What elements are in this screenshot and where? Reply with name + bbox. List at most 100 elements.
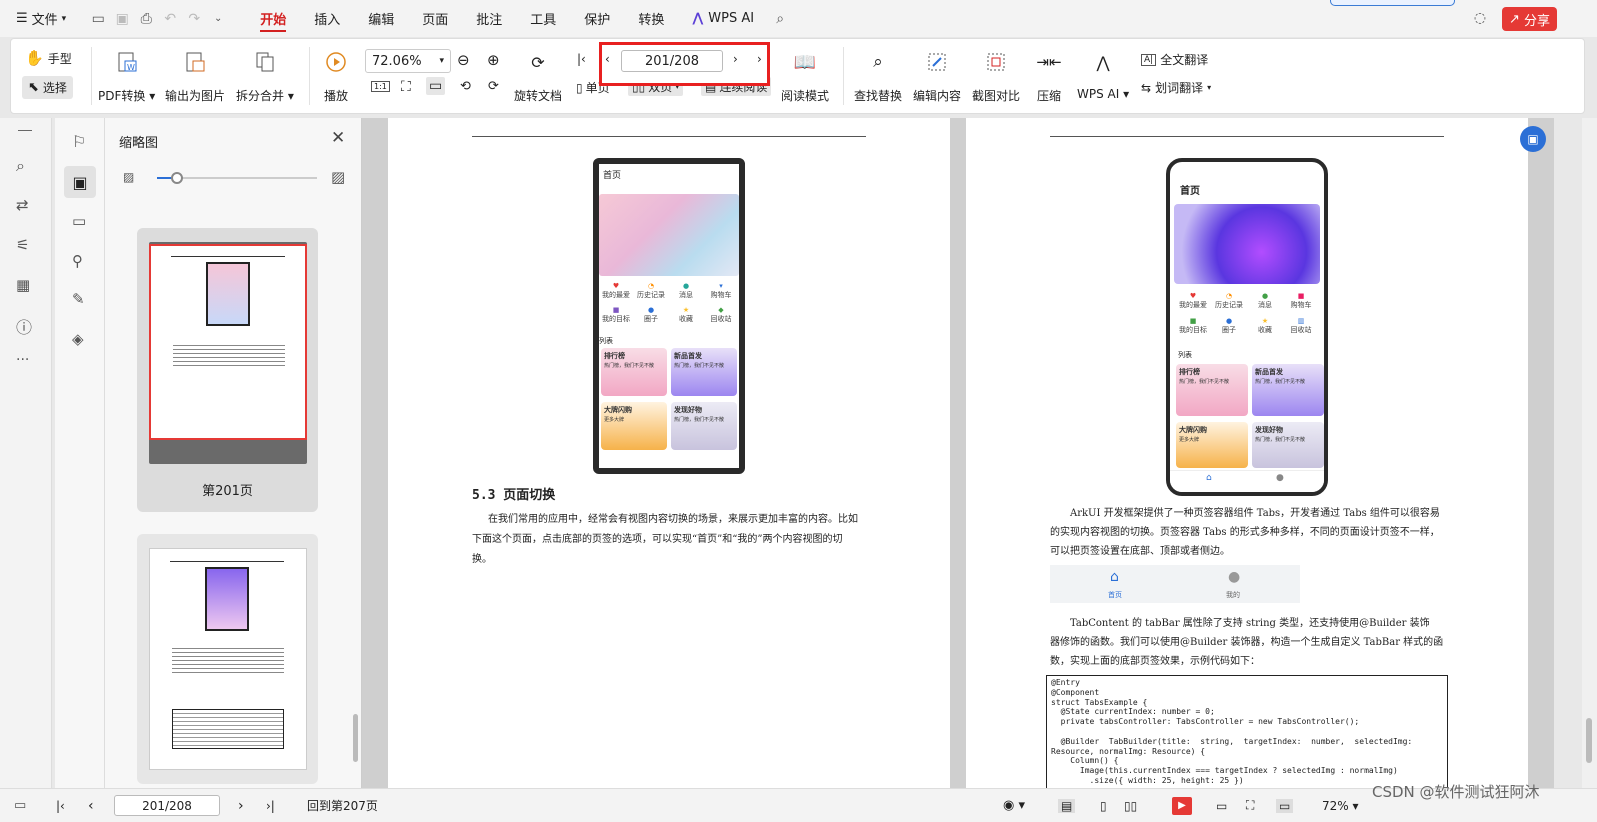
code-line: struct TabsExample { — [1051, 697, 1148, 707]
actual-size-button[interactable]: 1:1 — [371, 81, 390, 92]
tab-tools[interactable]: 工具 — [516, 0, 570, 37]
convert-icon[interactable]: ⇄ — [16, 196, 29, 214]
banner-image — [1174, 204, 1320, 284]
signature-icon[interactable]: ✎ — [72, 290, 85, 308]
more-icon[interactable]: ··· — [16, 352, 29, 368]
collapse-icon[interactable] — [18, 130, 32, 131]
bookmark-icon[interactable]: ⚐ — [72, 132, 86, 151]
top-progress-bar — [1330, 0, 1455, 6]
play-button[interactable]: 播放 — [323, 49, 349, 104]
eye-icon[interactable]: ◉ ▾ — [1003, 798, 1025, 813]
search-icon[interactable]: ⌕ — [768, 7, 792, 31]
fit-width-button[interactable]: ▭ — [426, 77, 446, 95]
thumbnail-size-slider[interactable] — [157, 172, 317, 184]
doc-scrollbar[interactable] — [1582, 118, 1597, 788]
word-translate-button[interactable]: ⇆ 划词翻译 ▾ — [1141, 79, 1211, 96]
tab-wps-ai[interactable]: ⋀ WPS AI — [678, 0, 768, 37]
prev-page-button[interactable]: ‹ — [605, 52, 610, 66]
panel-scrollbar[interactable] — [353, 714, 358, 762]
last-page-icon[interactable]: ›| — [266, 799, 275, 813]
rotate-right-button[interactable]: ⟳ — [488, 79, 499, 94]
layers-icon[interactable]: ◈ — [72, 330, 84, 348]
help-icon[interactable]: ⓘ — [16, 314, 32, 338]
zoom-select[interactable]: 72.06% ▾ — [365, 49, 451, 73]
tab-protect[interactable]: 保护 — [570, 0, 624, 37]
status-bar: ▭ |‹ ‹ 201/208 › ›| 回到第207页 ◉ ▾ ▤ ▯ ▯▯ ▶… — [0, 783, 1597, 822]
undo-icon[interactable]: ↶ — [158, 7, 182, 31]
fit-icon[interactable]: ▭ — [1216, 799, 1227, 813]
attachment-icon[interactable]: ⚲ — [72, 252, 83, 270]
rotate-left-button[interactable]: ⟲ — [460, 79, 471, 94]
full-translate-button[interactable]: A| 全文翻译 — [1141, 51, 1208, 68]
comment-bubble-icon[interactable]: ◌ — [1468, 6, 1492, 30]
hand-tool-button[interactable]: ✋ 手型 — [25, 49, 72, 67]
first-page-icon[interactable]: |‹ — [56, 799, 65, 813]
rotate-doc-button[interactable]: ⟳ 旋转文档 — [514, 49, 562, 104]
last-page-button[interactable]: › — [757, 52, 762, 66]
pdf-page-right: 首页 ♥ 我的最爱 ◔ 历史记录 ● 消息 ■ 购物车 ■ 我的目标 ● 圈子 ★ 收藏 ▥ 回… — [966, 118, 1528, 788]
settings-sliders-icon[interactable]: ⚟ — [16, 236, 29, 254]
single-page-icon[interactable]: ▯ — [1100, 799, 1107, 813]
rotate-left-icon: ⟲ — [460, 79, 471, 94]
thumbnail-page-201[interactable] — [149, 244, 307, 440]
fit-page-button[interactable]: ⛶ — [401, 79, 411, 95]
pdf-to-word-icon: W — [114, 49, 140, 75]
user-icon: ● — [1228, 569, 1241, 585]
play-icon[interactable]: ▶ — [1172, 796, 1192, 815]
search-icon[interactable]: ⌕ — [16, 156, 25, 176]
double-page-icon[interactable]: ▯▯ — [1124, 799, 1137, 813]
open-folder-icon[interactable]: ▭ — [86, 7, 110, 31]
export-image-button[interactable]: 输出为图片 — [165, 49, 225, 104]
tab-edit[interactable]: 编辑 — [354, 0, 408, 37]
slider-handle[interactable] — [171, 172, 183, 184]
zoom-in-button[interactable]: ⊕ — [487, 51, 500, 69]
chevron-left-icon[interactable]: ‹ — [88, 798, 94, 814]
file-menu[interactable]: ☰ 文件 ▾ — [10, 0, 72, 37]
status-page-input[interactable]: 201/208 — [114, 795, 220, 816]
thumbnail-icon[interactable]: ▣ — [64, 166, 96, 198]
thumbnail-card-selected[interactable]: 第201页 — [137, 228, 318, 512]
hand-icon: ✋ — [25, 49, 44, 67]
tab-insert[interactable]: 插入 — [300, 0, 354, 37]
read-mode-button[interactable]: 📖 阅读模式 — [781, 49, 829, 104]
wps-ai-button[interactable]: ⋀ WPS AI ▾ — [1077, 49, 1129, 102]
redo-icon[interactable]: ↷ — [182, 7, 206, 31]
layout-icon[interactable]: ▤ — [1058, 798, 1076, 813]
chevron-right-icon[interactable]: › — [238, 798, 244, 814]
section-heading: 5.3 页面切换 — [472, 488, 556, 503]
panel-toggle-icon[interactable]: ▭ — [14, 798, 26, 813]
edit-content-button[interactable]: 编辑内容 — [913, 49, 961, 104]
phone-title: 首页 — [603, 171, 622, 181]
tab-start[interactable]: 开始 — [246, 0, 300, 37]
comment-icon[interactable]: ▭ — [72, 212, 86, 230]
thumbnail-card[interactable] — [137, 534, 318, 784]
zoom-out-button[interactable]: ⊖ — [457, 51, 470, 69]
map-icon[interactable]: ▦ — [16, 276, 30, 294]
code-line: Resource, normalImg: Resource) { — [1051, 746, 1206, 756]
more-chevron-icon[interactable]: ⌄ — [206, 7, 230, 31]
fit-width-icon[interactable]: ▭ — [1276, 798, 1294, 813]
print-icon[interactable]: ⎙ — [134, 7, 158, 31]
thumbnail-page-202[interactable] — [149, 548, 307, 770]
screenshot-compare-button[interactable]: 截图对比 — [972, 49, 1020, 104]
tab-page[interactable]: 页面 — [408, 0, 462, 37]
compress-button[interactable]: ⇥⇤ 压缩 — [1036, 49, 1062, 104]
page-number-input[interactable]: 201/208 — [621, 50, 723, 72]
close-icon[interactable]: ✕ — [331, 128, 345, 148]
zoom-level[interactable]: 72% ▾ — [1322, 799, 1359, 813]
chevron-right-icon: › — [733, 52, 738, 66]
rotate-right-icon: ⟳ — [488, 79, 499, 94]
pdf-convert-button[interactable]: W PDF转换 ▾ — [98, 49, 155, 104]
split-merge-button[interactable]: 拆分合并 ▾ — [236, 49, 294, 104]
back-to-page-link[interactable]: 回到第207页 — [307, 797, 378, 814]
save-icon[interactable]: ▣ — [110, 7, 134, 31]
floating-assist-icon[interactable]: ▣ — [1520, 126, 1546, 152]
fullscreen-icon[interactable]: ⛶ — [1246, 798, 1254, 813]
first-page-button[interactable]: |‹ — [577, 52, 586, 66]
tab-convert[interactable]: 转换 — [624, 0, 678, 37]
tab-annotate[interactable]: 批注 — [462, 0, 516, 37]
next-page-button[interactable]: › — [733, 52, 738, 66]
share-button[interactable]: ↗ 分享 — [1502, 7, 1557, 31]
select-tool-button[interactable]: ⬉ 选择 — [22, 76, 73, 99]
find-replace-button[interactable]: ⌕ 查找替换 — [854, 49, 902, 104]
